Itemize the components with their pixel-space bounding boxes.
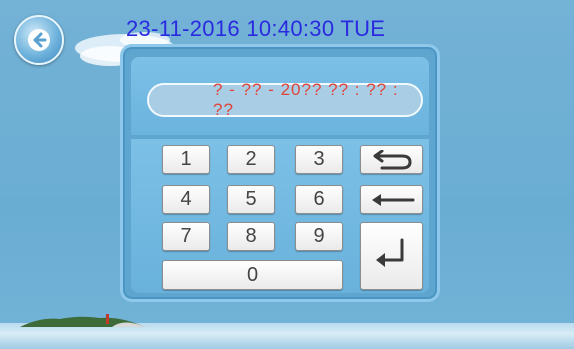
key-5[interactable]: 5 xyxy=(227,185,275,214)
undo-icon xyxy=(373,149,412,169)
enter-icon xyxy=(375,238,403,267)
backspace-button[interactable] xyxy=(360,185,423,214)
back-arrow-icon xyxy=(28,29,50,51)
key-9[interactable]: 9 xyxy=(295,222,343,251)
enter-button[interactable] xyxy=(360,222,423,290)
key-6[interactable]: 6 xyxy=(295,185,343,214)
date-time-input-value: ? - ?? - 20?? ?? : ?? : ?? xyxy=(213,80,399,119)
key-2[interactable]: 2 xyxy=(227,145,275,174)
key-0[interactable]: 0 xyxy=(162,260,343,290)
key-3[interactable]: 3 xyxy=(295,145,343,174)
key-4[interactable]: 4 xyxy=(162,185,210,214)
current-datetime: 23-11-2016 10:40:30 TUE xyxy=(126,16,386,41)
key-1[interactable]: 1 xyxy=(162,145,210,174)
key-8[interactable]: 8 xyxy=(227,222,275,251)
island-decoration xyxy=(20,314,145,327)
key-7[interactable]: 7 xyxy=(162,222,210,251)
backspace-arrow-icon xyxy=(371,193,414,206)
undo-button[interactable] xyxy=(360,145,423,174)
date-time-display: ? - ?? - 20?? ?? : ?? : ?? xyxy=(147,80,423,119)
back-button[interactable] xyxy=(14,15,64,65)
date-time-setting-panel: ? - ?? - 20?? ?? : ?? : ?? 1 2 3 4 5 6 7… xyxy=(120,44,440,302)
